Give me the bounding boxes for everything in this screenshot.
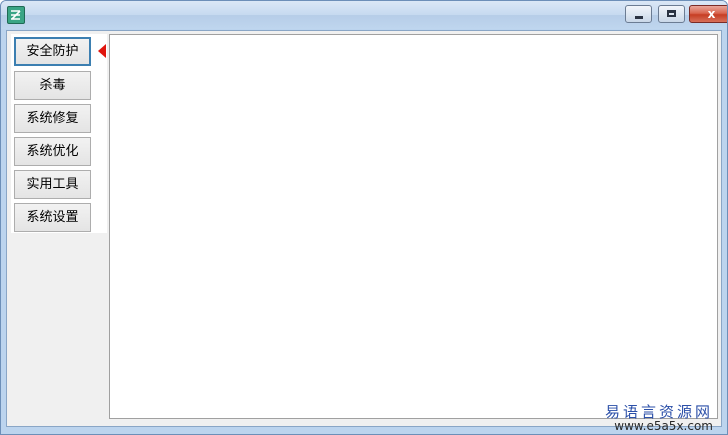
client-area: 安全防护 杀毒 系统修复 系统优化 实用工具 系统设置 易语言资源网 www.e… xyxy=(6,30,722,433)
sidebar-nav: 安全防护 杀毒 系统修复 系统优化 实用工具 系统设置 xyxy=(11,34,107,233)
sidebar-item-system-optimize[interactable]: 系统优化 xyxy=(14,137,91,166)
sidebar-item-system-repair[interactable]: 系统修复 xyxy=(14,104,91,133)
app-icon[interactable] xyxy=(7,6,25,24)
sidebar-item-security[interactable]: 安全防护 xyxy=(14,37,91,66)
active-indicator-arrow-icon xyxy=(98,44,106,58)
minimize-icon xyxy=(635,16,643,19)
sidebar-item-antivirus[interactable]: 杀毒 xyxy=(14,71,91,100)
sidebar-item-settings[interactable]: 系统设置 xyxy=(14,203,91,232)
maximize-button[interactable] xyxy=(658,5,685,23)
app-window: x 安全防护 杀毒 系统修复 系统优化 实用工具 系统设置 易语言资源网 www… xyxy=(0,0,728,435)
title-bar[interactable]: x xyxy=(1,1,727,29)
content-panel xyxy=(109,34,718,419)
watermark-url: www.e5a5x.com xyxy=(614,419,713,433)
close-button[interactable]: x xyxy=(689,5,727,23)
close-icon: x xyxy=(707,7,716,21)
minimize-button[interactable] xyxy=(625,5,652,23)
maximize-icon xyxy=(667,10,676,17)
sidebar-item-utilities[interactable]: 实用工具 xyxy=(14,170,91,199)
